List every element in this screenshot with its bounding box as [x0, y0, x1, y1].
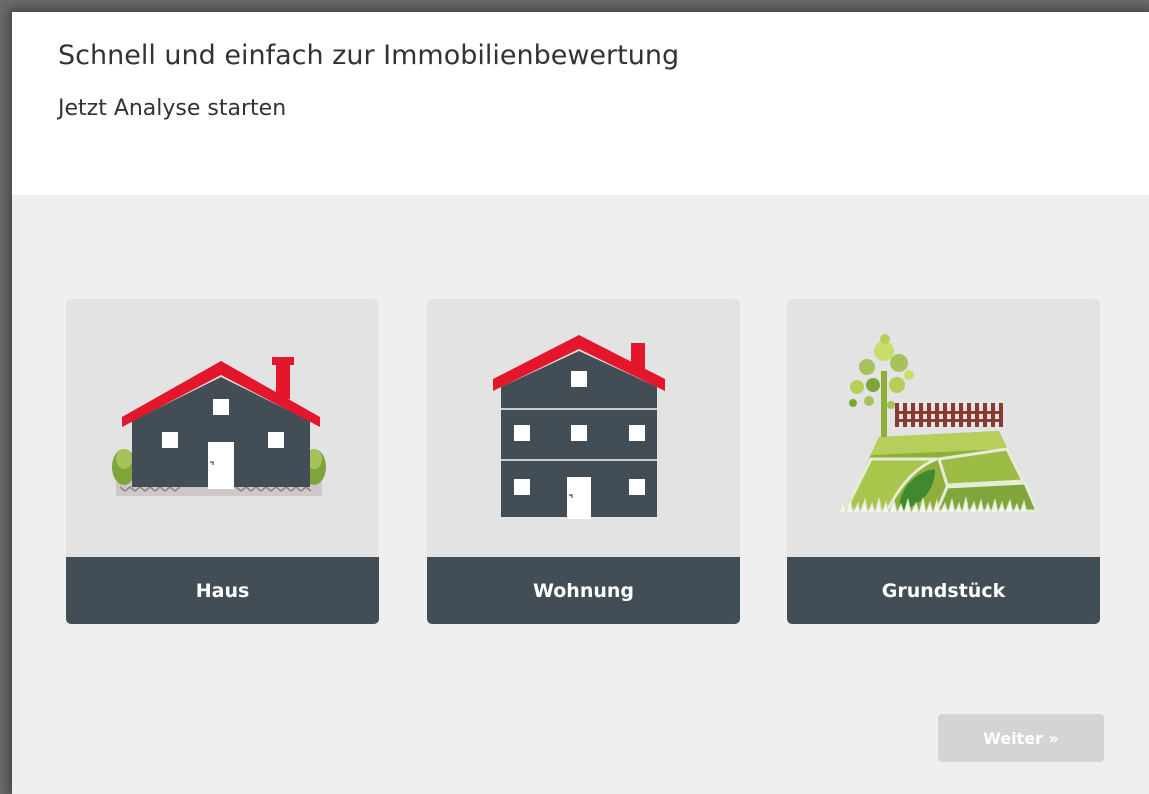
page-subtitle: Jetzt Analyse starten [58, 96, 287, 121]
land-plot-illustration [787, 299, 1100, 557]
land-plot-icon [838, 334, 1040, 515]
option-label-grundstueck: Grundstück [787, 557, 1100, 624]
next-button[interactable]: Weiter » [938, 714, 1104, 762]
house-illustration [66, 299, 379, 557]
option-label-haus: Haus [66, 557, 379, 624]
option-card-wohnung[interactable]: Wohnung [427, 299, 740, 624]
header: Schnell und einfach zur Immobilienbewert… [12, 12, 1149, 195]
apartment-building-icon [493, 335, 665, 519]
page-title: Schnell und einfach zur Immobilienbewert… [58, 40, 680, 71]
app-window: Schnell und einfach zur Immobilienbewert… [12, 12, 1149, 794]
option-label-wohnung: Wohnung [427, 557, 740, 624]
option-card-haus[interactable]: Haus [66, 299, 379, 624]
house-icon [112, 357, 326, 496]
apartment-illustration [427, 299, 740, 557]
option-card-grundstueck[interactable]: Grundstück [787, 299, 1100, 624]
